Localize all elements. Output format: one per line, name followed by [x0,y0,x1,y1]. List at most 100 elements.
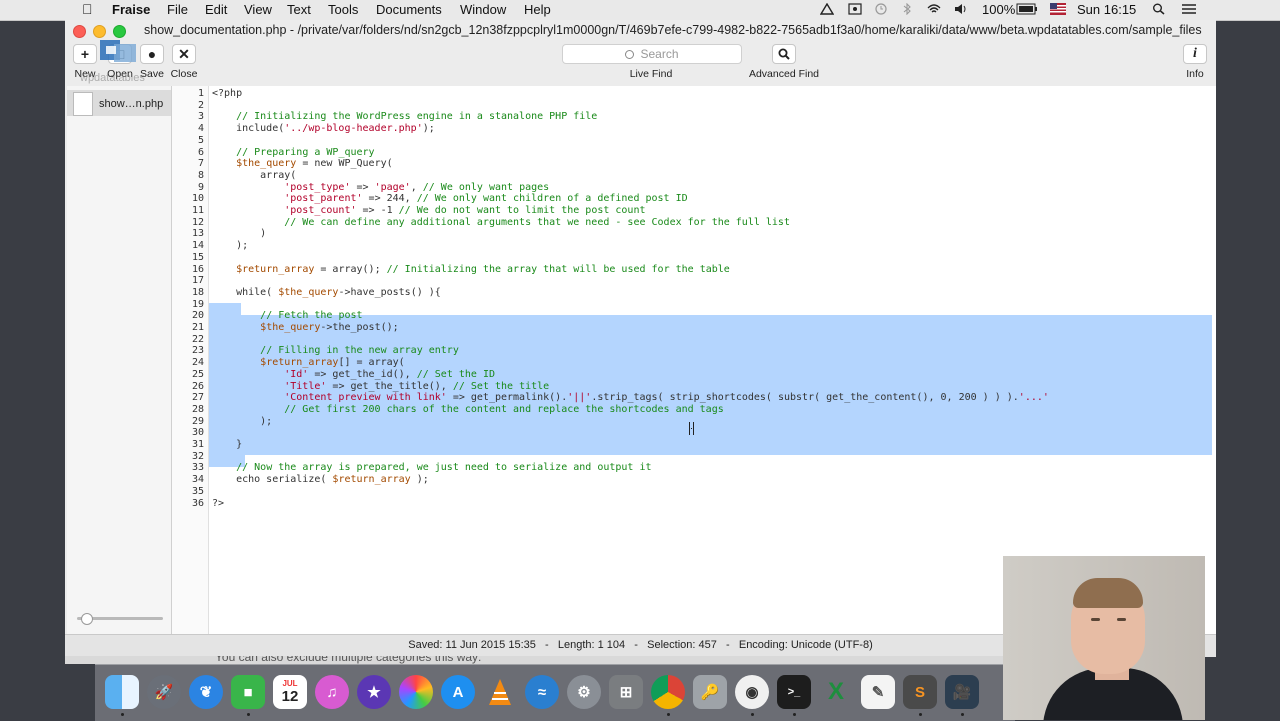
line-number: 22 [191,333,204,345]
facetime-icon[interactable]: ■ [231,675,265,709]
menu-window[interactable]: Window [460,2,506,17]
advanced-find-button[interactable] [772,44,796,64]
us-flag-icon[interactable] [1050,3,1066,15]
menu-file[interactable]: File [167,2,188,17]
close-icon: ✕ [178,45,190,62]
line-number: 24 [191,357,204,369]
launchpad-icon[interactable]: 🚀 [147,675,181,709]
code-line: // Get first 200 chars of the content an… [284,403,724,415]
app-menu[interactable]: Fraise [112,2,150,17]
line-number: 14 [191,240,204,252]
close-button[interactable]: ✕ [172,44,196,64]
photos-icon[interactable] [399,675,433,709]
line-number: 32 [191,450,204,462]
close-window-icon[interactable] [73,25,86,38]
new-button[interactable]: + [73,44,97,64]
minimize-window-icon[interactable] [93,25,106,38]
zoom-window-icon[interactable] [113,25,126,38]
notification-center-icon[interactable] [1181,3,1197,15]
volume-icon[interactable] [954,3,968,15]
line-number: 18 [191,286,204,298]
menu-documents[interactable]: Documents [376,2,442,17]
title-bar[interactable]: show_documentation.php - /private/var/fo… [65,20,1216,40]
line-number: 35 [191,485,204,497]
code-line: ?> [212,497,225,509]
webcam-overlay [1003,556,1205,720]
clock[interactable]: Sun 16:15 [1077,2,1136,17]
save-dot-icon: ● [147,46,157,62]
chrome-icon[interactable] [651,675,685,709]
menu-edit[interactable]: Edit [205,2,227,17]
safari-icon[interactable]: ❦ [189,675,223,709]
vlc-icon[interactable] [483,675,517,709]
live-find-label[interactable]: Live Find [611,68,691,80]
dock: 🚀 ❦ ■ JUL 12 ♫ ★ A ≈ ⚙ ⊞ 🔑 ◉ >_ X ✎ S 🎥 [95,664,1015,721]
code-line: $the_query = new WP_Query( [236,158,393,170]
search-input[interactable]: Search [562,44,742,64]
screencast-icon[interactable]: 🎥 [945,675,979,709]
code-line: while( $the_query->have_posts() ){ [212,286,441,298]
line-number: 29 [191,415,204,427]
imovie-icon[interactable]: ★ [357,675,391,709]
line-number: 1 [197,88,204,99]
code-line: // We can define any additional argument… [284,216,790,228]
info-icon: i [1193,46,1197,61]
search-icon [625,49,635,59]
line-number: 25 [191,368,204,380]
code-line: // Filling in the new array entry [260,345,459,357]
calendar-icon[interactable]: JUL 12 [273,675,307,709]
time-machine-icon[interactable] [874,3,888,15]
menu-help[interactable]: Help [524,2,551,17]
system-preferences-icon[interactable]: ⚙ [567,675,601,709]
apple-menu-icon[interactable]:  [82,1,93,17]
excel-icon[interactable]: X [819,675,853,709]
code-line: } [212,439,243,450]
line-number: 4 [197,123,204,135]
sequel-icon[interactable]: ◉ [735,675,769,709]
line-number: 36 [191,497,204,509]
php-file-icon [73,92,93,116]
running-indicator [121,713,124,716]
screen-recorder-icon[interactable] [848,3,862,15]
line-number: 12 [191,216,204,228]
calculator-icon[interactable]: ⊞ [609,675,643,709]
adobe-icon[interactable] [820,3,834,15]
wifi-app-icon[interactable]: ≈ [525,675,559,709]
app-store-icon[interactable]: A [441,675,475,709]
line-number: 30 [191,427,204,439]
line-number: 34 [191,474,204,486]
menu-text[interactable]: Text [287,2,311,17]
code-line: // Now the array is prepared, we just ne… [236,462,652,474]
presenter-hair [1073,578,1143,608]
code-line: 'post_parent' => 244, // We only want ch… [284,193,688,205]
wifi-icon[interactable] [927,3,941,15]
line-number: 6 [197,146,204,158]
menu-tools[interactable]: Tools [328,2,358,17]
line-number: 33 [191,462,204,474]
bluetooth-icon[interactable] [900,3,914,15]
line-number: 20 [191,310,204,322]
code-line: 'Id' => get_the_id(), // Set the ID [284,368,495,380]
itunes-icon[interactable]: ♫ [315,675,349,709]
spotlight-icon[interactable] [1152,3,1166,15]
code-line: array( [212,169,297,181]
code-editor[interactable]: <?php // Initializing the WordPress engi… [209,86,1216,634]
info-button[interactable]: i [1183,44,1207,64]
terminal-icon[interactable]: >_ [777,675,811,709]
magnifier-icon [778,48,790,60]
line-number: 7 [197,158,204,170]
slider-knob[interactable] [81,613,93,625]
code-line: <?php [212,88,243,99]
line-number: 19 [191,298,204,310]
menu-view[interactable]: View [244,2,272,17]
plus-icon: + [80,46,90,62]
sublime-icon[interactable]: S [903,675,937,709]
running-indicator [751,713,754,716]
battery-icon[interactable] [1016,3,1038,15]
textedit-icon[interactable]: ✎ [861,675,895,709]
document-list-item[interactable]: show…n.php [67,90,171,116]
code-line: 'post_count' => -1 // We do not want to … [284,205,646,216]
finder-icon[interactable] [105,675,139,709]
keychain-icon[interactable]: 🔑 [693,675,727,709]
code-line: 'Title' => get_the_title(), // Set the t… [284,380,550,392]
